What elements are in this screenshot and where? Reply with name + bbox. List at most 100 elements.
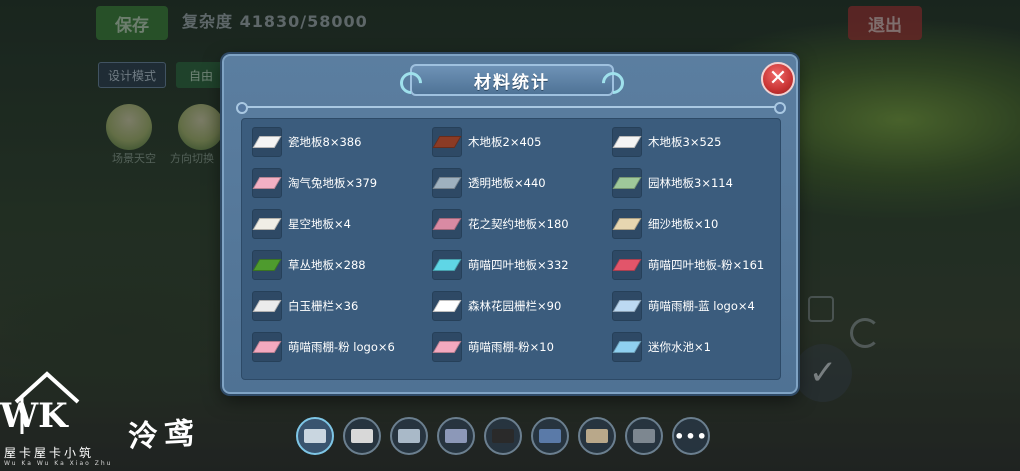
dark-block-tool-slot[interactable] xyxy=(484,417,522,455)
material-label: 透明地板×440 xyxy=(468,175,546,190)
material-tile-icon xyxy=(432,290,462,321)
tile-swatch xyxy=(432,135,462,148)
material-tile-icon xyxy=(252,126,282,157)
tile-swatch xyxy=(432,299,462,312)
bottom-toolbar: ••• xyxy=(296,417,719,455)
material-label: 淘气兔地板×379 xyxy=(288,175,378,190)
eraser-tool-icon xyxy=(304,429,326,443)
tile-swatch xyxy=(252,299,282,312)
title-divider xyxy=(236,102,786,114)
material-item: 萌喵雨棚-粉 logo×6 xyxy=(252,326,432,367)
dialog-title-plaque: 材料统计 xyxy=(410,64,614,96)
material-item: 草丛地板×288 xyxy=(252,244,432,285)
material-label: 萌喵雨棚-粉 logo×6 xyxy=(288,339,395,354)
material-tile-icon xyxy=(252,208,282,239)
material-tile-icon xyxy=(612,167,642,198)
watermark-letters: WK xyxy=(0,396,68,436)
beige-tile-tool-icon xyxy=(586,429,608,443)
tile-swatch xyxy=(432,340,462,353)
material-item: 萌喵四叶地板×332 xyxy=(432,244,612,285)
material-item: 淘气兔地板×379 xyxy=(252,162,432,203)
trash-bin-tool-slot[interactable] xyxy=(531,417,569,455)
tile-swatch xyxy=(432,258,462,271)
watermark-tiny-text: Wu Ka Wu Ka Xiao Zhu xyxy=(4,460,113,467)
more-button[interactable]: ••• xyxy=(672,417,710,455)
eraser-tool-slot[interactable] xyxy=(296,417,334,455)
material-tile-icon xyxy=(252,167,282,198)
tile-swatch xyxy=(612,340,642,353)
material-label: 迷你水池×1 xyxy=(648,339,711,354)
tile-swatch xyxy=(252,135,282,148)
material-label: 萌喵雨棚-粉×10 xyxy=(468,339,554,354)
game-scene: 保存 复杂度 41830/58000 退出 设计模式 自由 场景天空 方向切换 … xyxy=(0,0,1020,471)
dark-block-tool-icon xyxy=(492,429,514,443)
material-tile-icon xyxy=(432,208,462,239)
materials-panel: 瓷地板8×386 木地板2×405 木地板3×525 淘气兔地板×379 透明地板×44… xyxy=(241,118,781,380)
materials-grid: 瓷地板8×386 木地板2×405 木地板3×525 淘气兔地板×379 透明地板×44… xyxy=(252,121,772,367)
tile-swatch xyxy=(252,258,282,271)
material-label: 细沙地板×10 xyxy=(648,216,719,231)
material-label: 木地板3×525 xyxy=(648,134,722,149)
tile-swatch xyxy=(612,258,642,271)
material-tile-icon xyxy=(432,126,462,157)
material-label: 萌喵四叶地板×332 xyxy=(468,257,569,272)
material-label: 白玉栅栏×36 xyxy=(288,298,359,313)
material-label: 木地板2×405 xyxy=(468,134,542,149)
tile-swatch xyxy=(612,176,642,189)
material-item: 透明地板×440 xyxy=(432,162,612,203)
more-icon: ••• xyxy=(674,426,708,446)
gray-tile-tool-icon xyxy=(633,429,655,443)
gate-tool-icon xyxy=(445,429,467,443)
material-label: 森林花园栅栏×90 xyxy=(468,298,562,313)
material-label: 花之契约地板×180 xyxy=(468,216,569,231)
material-item: 花之契约地板×180 xyxy=(432,203,612,244)
material-item: 星空地板×4 xyxy=(252,203,432,244)
material-tile-icon xyxy=(252,249,282,280)
trash-bin-tool-icon xyxy=(539,429,561,443)
material-tile-icon xyxy=(612,126,642,157)
close-icon: ✕ xyxy=(768,66,788,91)
fence-tool-slot[interactable] xyxy=(343,417,381,455)
tile-swatch xyxy=(252,176,282,189)
material-tile-icon xyxy=(612,208,642,239)
material-label: 瓷地板8×386 xyxy=(288,134,362,149)
tile-swatch xyxy=(252,217,282,230)
material-tile-icon xyxy=(432,249,462,280)
material-label: 萌喵四叶地板-粉×161 xyxy=(648,257,765,272)
material-tile-icon xyxy=(252,331,282,362)
material-stats-dialog: 材料统计 ✕ 瓷地板8×386 木地板2×405 木地板3×525 淘气兔地板×379… xyxy=(222,54,798,394)
fence-tool-icon xyxy=(351,429,373,443)
tile-swatch xyxy=(612,135,642,148)
material-item: 白玉栅栏×36 xyxy=(252,285,432,326)
gray-tile-tool-slot[interactable] xyxy=(625,417,663,455)
tile-swatch xyxy=(432,176,462,189)
material-label: 萌喵雨棚-蓝 logo×4 xyxy=(648,298,755,313)
tile-swatch xyxy=(252,340,282,353)
material-tile-icon xyxy=(432,167,462,198)
signature: 泠鸢 xyxy=(127,416,202,455)
material-item: 萌喵雨棚-粉×10 xyxy=(432,326,612,367)
tile-swatch xyxy=(612,299,642,312)
tile-swatch xyxy=(432,217,462,230)
arch-tool-slot[interactable] xyxy=(390,417,428,455)
dialog-title: 材料统计 xyxy=(474,72,550,93)
gate-tool-slot[interactable] xyxy=(437,417,475,455)
close-button[interactable]: ✕ xyxy=(761,62,795,96)
beige-tile-tool-slot[interactable] xyxy=(578,417,616,455)
arch-tool-icon xyxy=(398,429,420,443)
material-label: 草丛地板×288 xyxy=(288,257,366,272)
material-item: 木地板2×405 xyxy=(432,121,612,162)
material-item: 细沙地板×10 xyxy=(612,203,772,244)
material-label: 星空地板×4 xyxy=(288,216,351,231)
material-item: 木地板3×525 xyxy=(612,121,772,162)
tile-swatch xyxy=(612,217,642,230)
material-tile-icon xyxy=(252,290,282,321)
material-tile-icon xyxy=(612,331,642,362)
material-item: 森林花园栅栏×90 xyxy=(432,285,612,326)
material-tile-icon xyxy=(612,249,642,280)
material-label: 园林地板3×114 xyxy=(648,175,733,190)
material-item: 萌喵雨棚-蓝 logo×4 xyxy=(612,285,772,326)
material-item: 迷你水池×1 xyxy=(612,326,772,367)
material-item: 瓷地板8×386 xyxy=(252,121,432,162)
material-tile-icon xyxy=(612,290,642,321)
